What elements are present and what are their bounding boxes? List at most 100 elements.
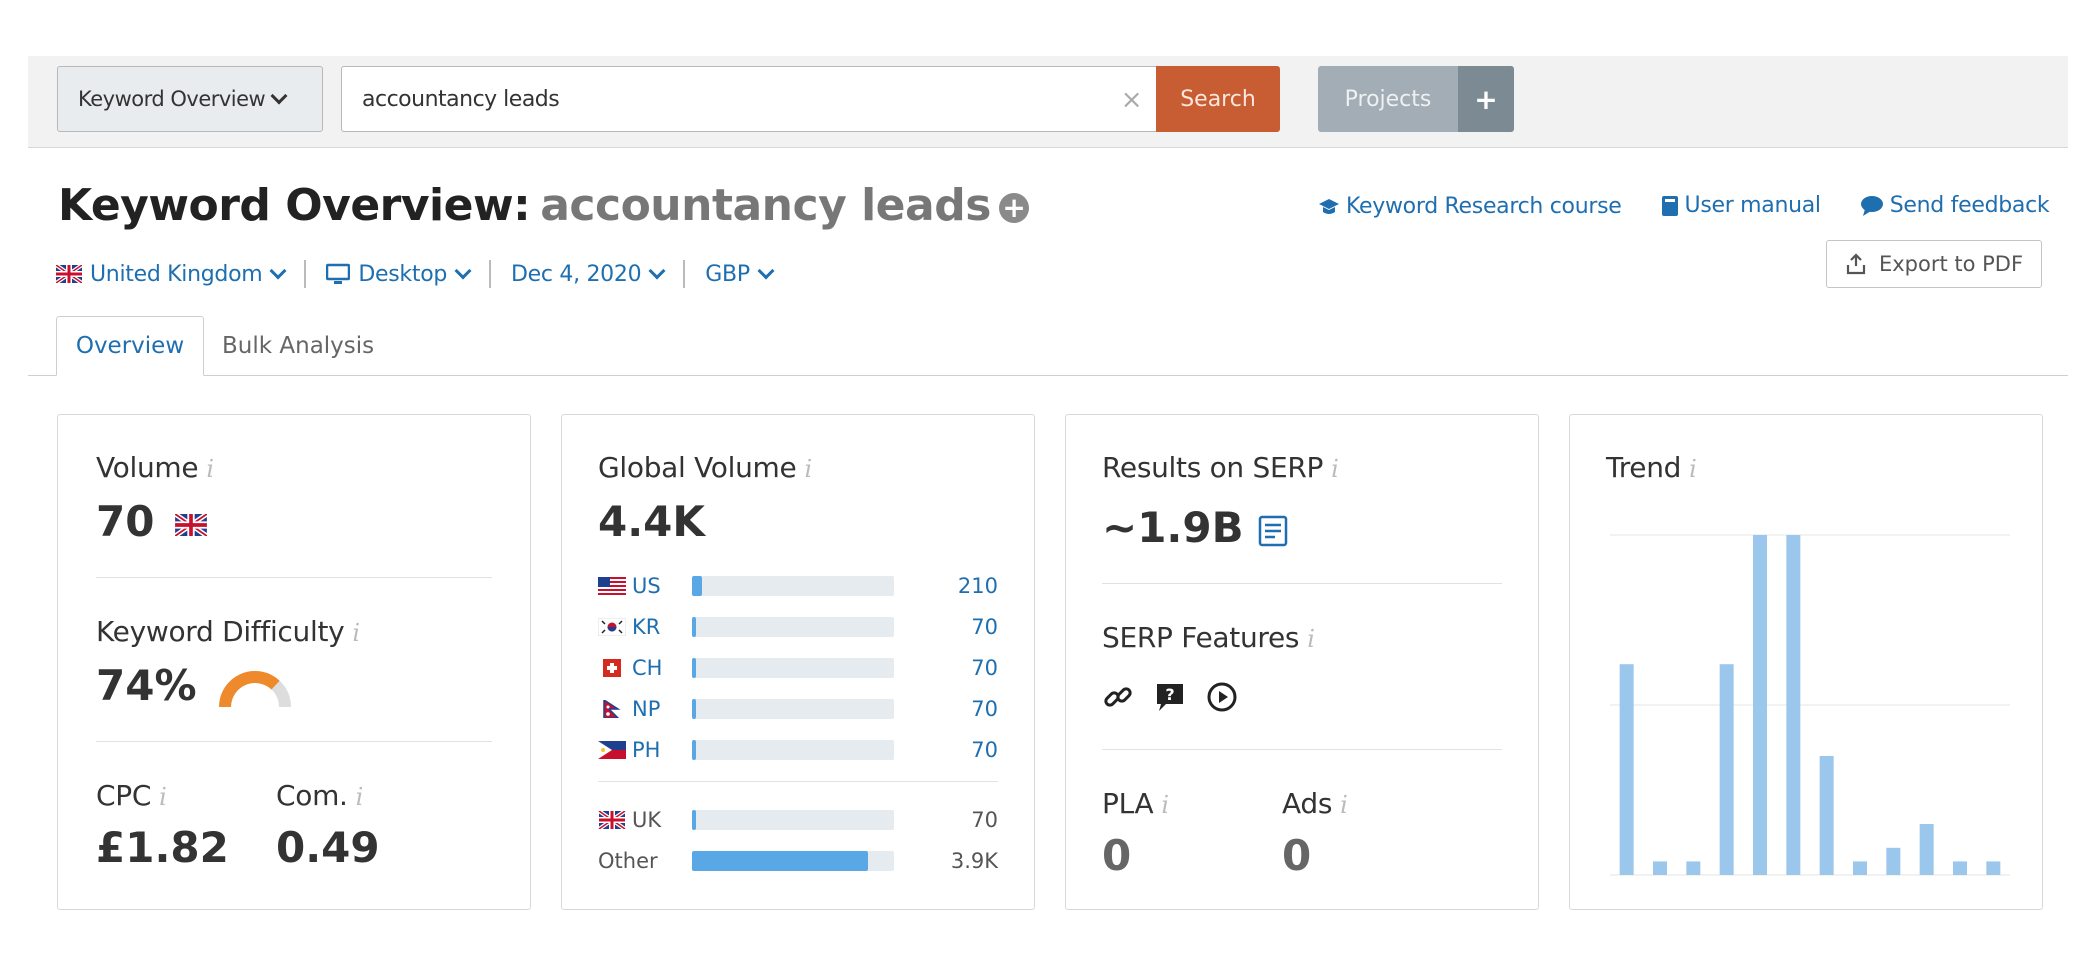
trend-bar[interactable]: [1619, 664, 1634, 875]
country-row-kr: KR 70: [598, 612, 998, 642]
info-icon[interactable]: i: [1689, 455, 1697, 483]
divider: [683, 260, 686, 288]
trend-bar[interactable]: [1753, 535, 1767, 875]
competition-label: Com. i: [276, 779, 364, 812]
difficulty-gauge-icon: [219, 670, 292, 707]
keyword-research-course-link[interactable]: Keyword Research course: [1318, 194, 1622, 219]
ads-value: 0: [1282, 831, 1312, 880]
divider: [1102, 749, 1502, 750]
country-code[interactable]: PH: [632, 738, 692, 762]
country-filter[interactable]: United Kingdom: [56, 262, 287, 287]
video-icon[interactable]: [1206, 681, 1238, 713]
uk-flag-icon: [56, 265, 82, 283]
device-filter[interactable]: Desktop: [326, 262, 472, 287]
trend-bar[interactable]: [1819, 756, 1834, 875]
divider: [304, 260, 307, 288]
add-project-button[interactable]: +: [1458, 66, 1514, 132]
kd-number: 74%: [96, 661, 197, 710]
country-volume[interactable]: 70: [894, 615, 998, 639]
country-row-us: US 210: [598, 571, 998, 601]
trend-bar[interactable]: [1886, 847, 1901, 875]
info-icon[interactable]: i: [1161, 791, 1169, 819]
divider: [96, 577, 492, 578]
serp-results-card: Results on SERP i ~1.9B SERP Features i ? …: [1065, 414, 1539, 910]
send-feedback-link[interactable]: Send feedback: [1860, 193, 2050, 218]
country-volume[interactable]: 70: [894, 656, 998, 680]
divider: [489, 260, 492, 288]
trend-bar[interactable]: [1786, 535, 1801, 875]
serp-snapshot-icon[interactable]: [1258, 515, 1288, 547]
faq-icon[interactable]: ?: [1154, 681, 1186, 713]
country-volume: 70: [971, 808, 998, 832]
country-row-other: Other 3.9K: [598, 846, 998, 876]
country-code[interactable]: KR: [632, 615, 692, 639]
chevron-down-icon: [648, 262, 666, 280]
uk-flag-icon: [173, 511, 209, 538]
info-icon[interactable]: i: [1340, 791, 1348, 819]
results-on-serp-label: Results on SERP i: [1102, 451, 1339, 484]
link-icon[interactable]: [1102, 681, 1134, 713]
country-code[interactable]: CH: [632, 656, 692, 680]
trend-bar[interactable]: [1686, 861, 1701, 875]
results-number: ~1.9B: [1102, 503, 1244, 552]
info-icon[interactable]: i: [206, 455, 214, 483]
export-pdf-button[interactable]: Export to PDF: [1826, 240, 2042, 288]
projects-button[interactable]: Projects: [1318, 66, 1458, 132]
trend-bar[interactable]: [1919, 824, 1934, 875]
country-code[interactable]: NP: [632, 697, 692, 721]
header-links: Keyword Research course User manual Send…: [1318, 193, 2050, 223]
info-icon[interactable]: i: [356, 783, 364, 811]
info-icon[interactable]: i: [804, 455, 812, 483]
tab-overview[interactable]: Overview: [56, 316, 204, 376]
volume-bar: [692, 658, 894, 678]
trend-label: Trend i: [1606, 451, 1697, 484]
ads-label: Ads i: [1282, 787, 1348, 820]
book-icon: [1661, 195, 1678, 216]
volume-bar: [692, 851, 894, 871]
svg-text:?: ?: [1165, 685, 1174, 704]
global-volume-label: Global Volume i: [598, 451, 812, 484]
serp-features-label: SERP Features i: [1102, 621, 1315, 654]
info-icon[interactable]: i: [159, 783, 167, 811]
country-volume[interactable]: 70: [894, 697, 998, 721]
info-icon[interactable]: i: [352, 619, 360, 647]
country-volume[interactable]: 210: [894, 574, 998, 598]
info-icon[interactable]: i: [1331, 455, 1339, 483]
country-volume[interactable]: 70: [894, 738, 998, 762]
serp-feature-icons: ?: [1102, 681, 1238, 713]
date-filter[interactable]: Dec 4, 2020: [511, 262, 666, 287]
volume-card: Volume i 70 Keyword Difficulty i 74% CPC i …: [57, 414, 531, 910]
tab-bulk-analysis[interactable]: Bulk Analysis: [222, 316, 374, 376]
trend-bar[interactable]: [1986, 861, 2001, 875]
country-code: UK: [632, 808, 662, 832]
page-title-label: Keyword Overview:: [58, 180, 531, 231]
trend-bar[interactable]: [1953, 861, 1967, 875]
results-on-serp-value: ~1.9B: [1102, 503, 1288, 552]
currency-filter[interactable]: GBP: [705, 262, 775, 287]
country-code[interactable]: US: [632, 574, 692, 598]
filters-row: United Kingdom Desktop Dec 4, 2020 GBP: [56, 260, 775, 288]
keyword-difficulty-label: Keyword Difficulty i: [96, 615, 360, 648]
search-input-value: accountancy leads: [362, 86, 560, 112]
add-to-list-icon[interactable]: +: [998, 193, 1029, 223]
cpc-label: CPC i: [96, 779, 167, 812]
tool-select-dropdown[interactable]: Keyword Overview: [57, 66, 323, 132]
info-icon[interactable]: i: [1307, 625, 1315, 653]
feedback-link-label: Send feedback: [1889, 193, 2050, 218]
np-flag-icon: [603, 700, 621, 718]
trend-bar[interactable]: [1653, 861, 1667, 875]
speech-bubble-icon: [1860, 195, 1883, 216]
user-manual-link[interactable]: User manual: [1661, 193, 1821, 218]
keyword-search-input[interactable]: accountancy leads ×: [341, 66, 1157, 132]
country-row-uk: UK 70: [598, 805, 998, 835]
search-button[interactable]: Search: [1156, 66, 1280, 132]
manual-link-label: User manual: [1684, 193, 1822, 218]
trend-bar[interactable]: [1853, 861, 1867, 875]
clear-icon[interactable]: ×: [1121, 85, 1143, 115]
country-code: Other: [598, 849, 658, 873]
ph-flag-icon: [598, 741, 626, 759]
trend-bar[interactable]: [1719, 664, 1734, 875]
competition-value: 0.49: [276, 823, 380, 872]
global-volume-card: Global Volume i 4.4K US 210 KR 70 CH 70 N…: [561, 414, 1035, 910]
country-row-ch: CH 70: [598, 653, 998, 683]
